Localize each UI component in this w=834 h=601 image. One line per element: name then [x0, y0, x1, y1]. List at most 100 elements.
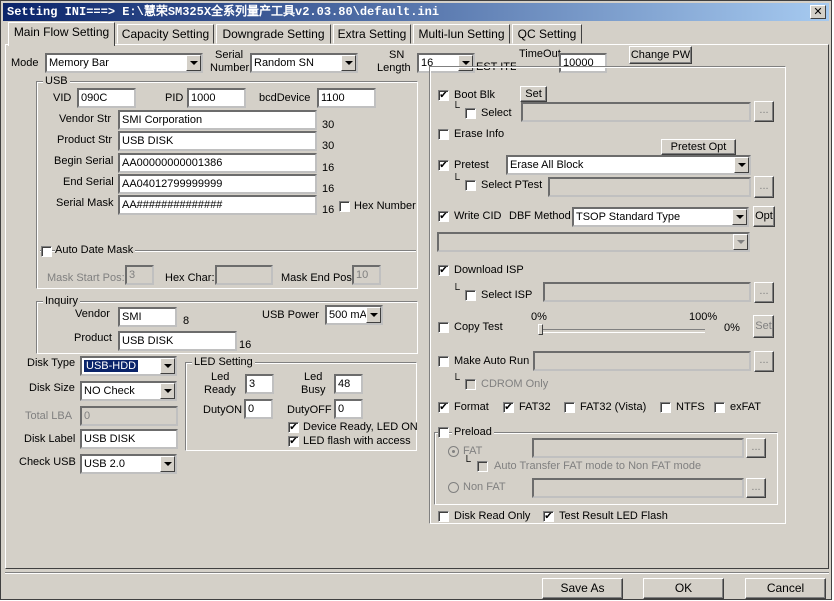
non-fat-radio[interactable]	[448, 482, 459, 493]
copy-test-label: Copy Test	[454, 321, 503, 333]
boot-blk-path-input[interactable]	[521, 102, 751, 122]
inquiry-product-input[interactable]: USB DISK	[118, 331, 237, 351]
make-auto-run-checkbox[interactable]	[438, 356, 449, 367]
auto-transfer-checkbox[interactable]	[477, 461, 488, 472]
chevron-down-icon[interactable]	[160, 383, 175, 399]
end-serial-input[interactable]: AA04012799999999	[118, 174, 317, 194]
chevron-down-icon[interactable]	[366, 307, 381, 323]
pid-input[interactable]: 1000	[187, 88, 246, 108]
serial-mask-input[interactable]: AA##############	[118, 195, 317, 215]
led-ready-input[interactable]: 3	[245, 374, 274, 394]
fat-radio[interactable]	[448, 446, 459, 457]
led-busy-input[interactable]: 48	[334, 374, 363, 394]
device-ready-label: Device Ready, LED ON	[303, 421, 418, 433]
disk-read-only-checkbox[interactable]	[438, 511, 449, 522]
fat-browse-button[interactable]: ...	[746, 438, 766, 458]
chevron-down-icon[interactable]	[341, 55, 356, 71]
exfat-checkbox[interactable]	[714, 402, 725, 413]
boot-blk-checkbox[interactable]: ✔	[438, 90, 449, 101]
tab-qc-setting[interactable]: QC Setting	[512, 24, 582, 44]
non-fat-path-input[interactable]	[532, 478, 744, 498]
select-ptest-checkbox[interactable]	[465, 180, 476, 191]
copy-test-set-button[interactable]: Set	[753, 315, 774, 338]
chevron-down-icon[interactable]	[733, 234, 748, 250]
auto-date-mask-checkbox[interactable]	[41, 246, 52, 257]
pretest-checkbox[interactable]: ✔	[438, 160, 449, 171]
serial-mask-label: Serial Mask	[56, 197, 114, 209]
fat32-checkbox[interactable]: ✔	[503, 402, 514, 413]
copy-test-slider-thumb[interactable]	[538, 324, 543, 335]
disk-label-input[interactable]: USB DISK	[80, 429, 178, 449]
copy-test-slider-track[interactable]	[538, 329, 705, 333]
isp-path-input[interactable]	[543, 282, 751, 302]
erase-info-checkbox[interactable]	[438, 129, 449, 140]
inquiry-vendor-input[interactable]: SMI	[118, 307, 177, 327]
cancel-button[interactable]: Cancel	[745, 578, 826, 599]
bcd-device-input[interactable]: 1100	[317, 88, 376, 108]
chevron-down-icon[interactable]	[160, 358, 175, 374]
save-as-button[interactable]: Save As	[542, 578, 623, 599]
duty-on-input[interactable]: 0	[244, 399, 273, 419]
auto-run-path-input[interactable]	[533, 351, 751, 371]
tab-extra-setting[interactable]: Extra Setting	[333, 24, 411, 44]
cdrom-only-checkbox[interactable]	[465, 379, 476, 390]
write-cid-checkbox[interactable]: ✔	[438, 211, 449, 222]
tab-main-flow-setting[interactable]: Main Flow Setting	[8, 22, 115, 46]
vid-input[interactable]: 090C	[77, 88, 136, 108]
check-usb-select[interactable]: USB 2.0	[80, 454, 177, 474]
change-pw-button[interactable]: Change PW	[629, 46, 692, 64]
isp-browse-button[interactable]: ...	[754, 282, 774, 303]
chevron-down-icon[interactable]	[186, 55, 201, 71]
dbf-opt-button[interactable]: Opt	[753, 206, 775, 227]
mask-end-pos-input[interactable]: 10	[352, 265, 381, 285]
disk-type-select[interactable]: USB-HDD	[80, 356, 177, 376]
ok-button[interactable]: OK	[643, 578, 724, 599]
begin-serial-input[interactable]: AA00000000001386	[118, 153, 317, 173]
device-ready-checkbox[interactable]: ✔	[288, 422, 299, 433]
disk-size-select[interactable]: NO Check	[80, 381, 177, 401]
fat-path-input[interactable]	[532, 438, 744, 458]
check-usb-label: Check USB	[19, 456, 76, 468]
test-result-led-checkbox[interactable]: ✔	[543, 511, 554, 522]
mask-start-pos-input[interactable]: 3	[125, 265, 154, 285]
usb-power-select[interactable]: 500 mA	[325, 305, 383, 325]
total-lba-input[interactable]: 0	[80, 406, 178, 426]
boot-blk-browse-button[interactable]: ...	[754, 101, 774, 122]
bcd-device-label: bcdDevice	[259, 92, 311, 104]
auto-run-browse-button[interactable]: ...	[754, 351, 774, 372]
copy-test-value-label: 0%	[724, 322, 740, 334]
copy-test-checkbox[interactable]	[438, 322, 449, 333]
download-isp-checkbox[interactable]: ✔	[438, 265, 449, 276]
format-checkbox[interactable]: ✔	[438, 402, 449, 413]
ntfs-checkbox[interactable]	[660, 402, 671, 413]
fat32-vista-checkbox[interactable]	[564, 402, 575, 413]
chevron-down-icon[interactable]	[734, 157, 749, 173]
product-str-input[interactable]: USB DISK	[118, 131, 317, 151]
close-icon[interactable]: ✕	[810, 5, 826, 19]
chevron-down-icon[interactable]	[732, 209, 747, 225]
hex-number-checkbox[interactable]	[339, 201, 350, 212]
dbf-method-select[interactable]: TSOP Standard Type	[572, 207, 749, 227]
tab-capacity-setting[interactable]: Capacity Setting	[117, 24, 214, 44]
tab-downgrade-setting[interactable]: Downgrade Setting	[216, 24, 331, 44]
select-isp-checkbox[interactable]	[465, 290, 476, 301]
ptest-browse-button[interactable]: ...	[754, 176, 774, 198]
ptest-path-input[interactable]	[548, 177, 751, 197]
pretest-opt-button[interactable]: Pretest Opt	[661, 139, 736, 155]
mode-select[interactable]: Memory Bar	[45, 53, 203, 73]
boot-blk-select-checkbox[interactable]	[465, 108, 476, 119]
led-flash-checkbox[interactable]: ✔	[288, 436, 299, 447]
chevron-down-icon[interactable]	[160, 456, 175, 472]
cid-option-select[interactable]	[437, 232, 750, 252]
select-isp-label: Select ISP	[481, 289, 533, 301]
hex-char-input[interactable]	[215, 265, 273, 285]
non-fat-label: Non FAT	[463, 481, 506, 493]
duty-off-input[interactable]: 0	[334, 399, 363, 419]
preload-checkbox[interactable]	[438, 427, 449, 438]
pretest-select[interactable]: Erase All Block	[506, 155, 751, 175]
vendor-str-input[interactable]: SMI Corporation	[118, 110, 317, 130]
boot-blk-set-button[interactable]: Set	[520, 86, 547, 102]
non-fat-browse-button[interactable]: ...	[746, 478, 766, 498]
tab-multi-lun-setting[interactable]: Multi-lun Setting	[413, 24, 510, 44]
serial-number-select[interactable]: Random SN	[250, 53, 358, 73]
